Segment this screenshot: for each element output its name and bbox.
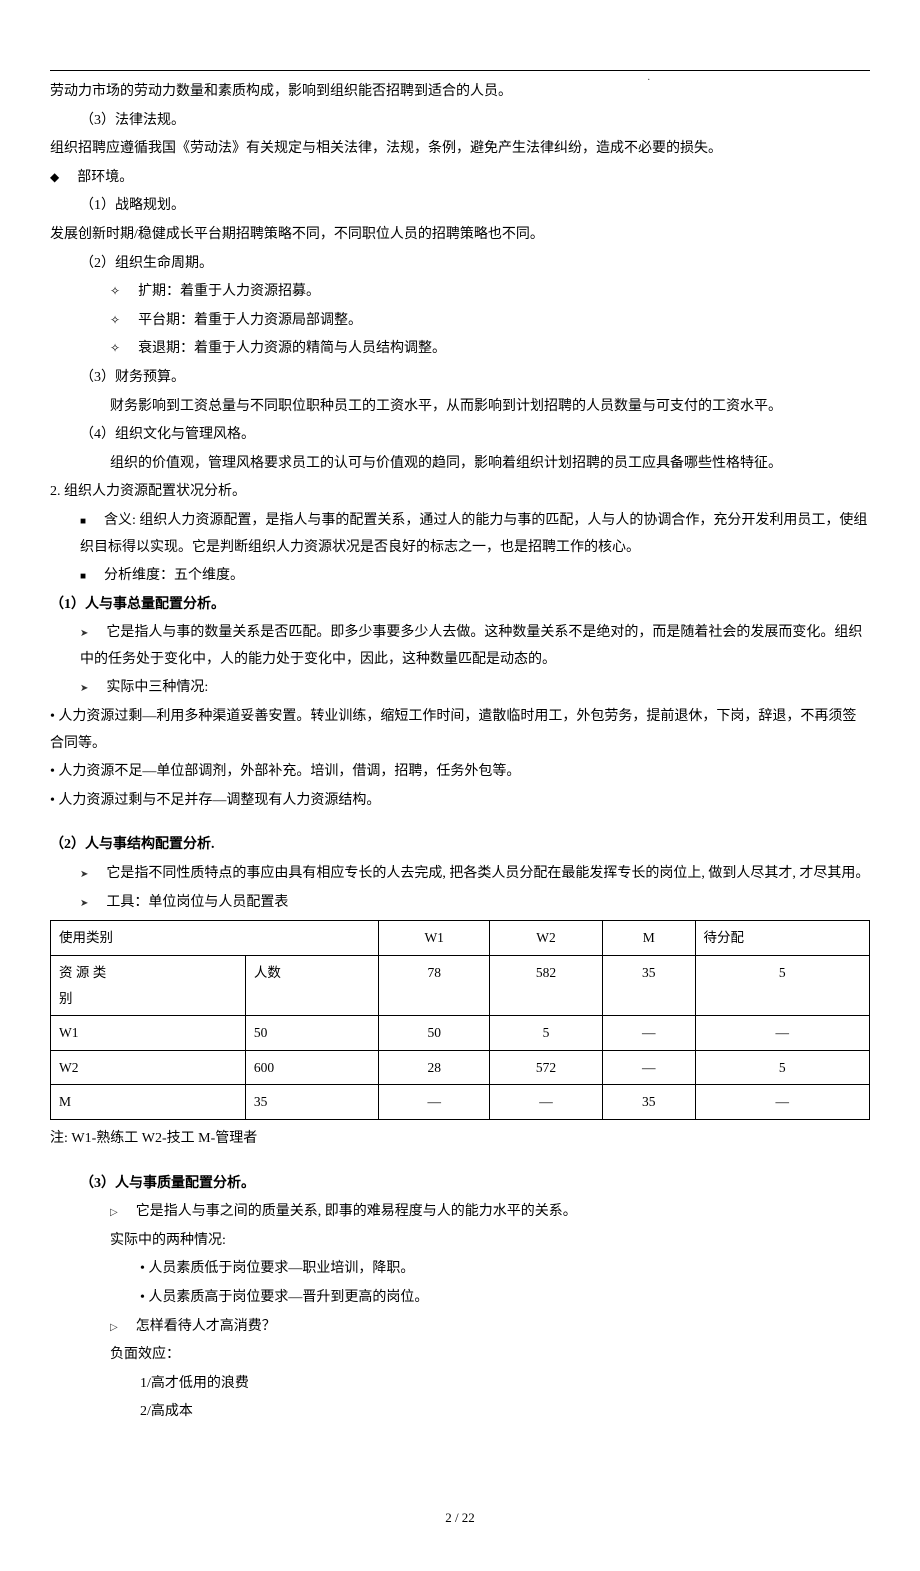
top-dot: .	[648, 68, 651, 87]
para-arrow: 它是指人与事的数量关系是否匹配。即多少事要多少人去做。这种数量关系不是绝对的，而…	[50, 620, 870, 673]
text: 工具：单位岗位与人员配置表	[106, 895, 288, 910]
cell: 50	[245, 1016, 378, 1051]
text: 实际中三种情况:	[106, 680, 208, 695]
para-sub: 衰退期：着重于人力资源的精简与人员结构调整。	[50, 336, 870, 363]
para: （1）战略规划。	[50, 193, 870, 220]
allocation-table: 使用类别 W1 W2 M 待分配 资 源 类别 人数 78 582 35 5 W…	[50, 920, 870, 1120]
table-row: M 35 — — 35 —	[51, 1085, 870, 1120]
para: • 人力资源过剩与不足并存—调整现有人力资源结构。	[50, 788, 870, 815]
para-square: 含义: 组织人力资源配置，是指人与事的配置关系，通过人的能力与事的匹配，人与人的…	[50, 508, 870, 561]
para: 组织招聘应遵循我国《劳动法》有关规定与相关法律，法规，条例，避免产生法律纠纷，造…	[50, 136, 870, 163]
cell: 35	[603, 1085, 696, 1120]
para: 财务影响到工资总量与不同职位职种员工的工资水平，从而影响到计划招聘的人员数量与可…	[50, 394, 870, 421]
text: 部环境。	[77, 170, 133, 185]
para-square: 分析维度：五个维度。	[50, 563, 870, 590]
cell: —	[379, 1085, 490, 1120]
th-use: 使用类别	[51, 921, 379, 956]
cell: W1	[51, 1016, 246, 1051]
para: • 人员素质低于岗位要求—职业培训，降职。	[50, 1256, 870, 1283]
cell: 78	[379, 955, 490, 1015]
cell: 资 源 类别	[51, 955, 246, 1015]
para: 劳动力市场的劳动力数量和素质构成，影响到组织能否招聘到适合的人员。	[50, 79, 870, 106]
cell: —	[695, 1016, 869, 1051]
para: （2）组织生命周期。	[50, 251, 870, 278]
th-w1: W1	[379, 921, 490, 956]
cell: 5	[695, 1050, 869, 1085]
cell: —	[695, 1085, 869, 1120]
text: 它是指人与事的数量关系是否匹配。即多少事要多少人去做。这种数量关系不是绝对的，而…	[80, 625, 862, 667]
para: （3）法律法规。	[50, 108, 870, 135]
text: 怎样看待人才高消费？	[136, 1319, 276, 1334]
text: 扩期：着重于人力资源招募。	[138, 284, 320, 299]
section-a: （1）人与事总量配置分析。 它是指人与事的数量关系是否匹配。即多少事要多少人去做…	[50, 592, 870, 815]
cell: 50	[379, 1016, 490, 1051]
para-bullet: 部环境。	[50, 165, 870, 192]
para-sub: 平台期：着重于人力资源局部调整。	[50, 308, 870, 335]
table-row: W1 50 50 5 — —	[51, 1016, 870, 1051]
text: 分析维度：五个维度。	[104, 568, 244, 583]
para: • 人力资源过剩—利用多种渠道妥善安置。转业训练，缩短工作时间，遣散临时用工，外…	[50, 704, 870, 757]
section-c: （3）人与事质量配置分析。 它是指人与事之间的质量关系, 即事的难易程度与人的能…	[50, 1171, 870, 1426]
table-row: W2 600 28 572 — 5	[51, 1050, 870, 1085]
cell: 5	[490, 1016, 603, 1051]
table-note: 注: W1-熟练工 W2-技工 M-管理者	[50, 1126, 870, 1153]
para: 组织的价值观，管理风格要求员工的认可与价值观的趋同，影响着组织计划招聘的员工应具…	[50, 451, 870, 478]
cell: M	[51, 1085, 246, 1120]
cell: 35	[245, 1085, 378, 1120]
table-header-row: 使用类别 W1 W2 M 待分配	[51, 921, 870, 956]
para: • 人力资源不足—单位部调剂，外部补充。培训，借调，招聘，任务外包等。	[50, 759, 870, 786]
text: 它是指人与事之间的质量关系, 即事的难易程度与人的能力水平的关系。	[136, 1204, 577, 1219]
para-sub: 扩期：着重于人力资源招募。	[50, 279, 870, 306]
th-pending: 待分配	[695, 921, 869, 956]
cell: —	[490, 1085, 603, 1120]
para: 1/高才低用的浪费	[50, 1371, 870, 1398]
cell: 600	[245, 1050, 378, 1085]
text: 衰退期：着重于人力资源的精简与人员结构调整。	[138, 341, 446, 356]
para: 2. 组织人力资源配置状况分析。	[50, 479, 870, 506]
text: 含义: 组织人力资源配置，是指人与事的配置关系，通过人的能力与事的匹配，人与人的…	[80, 513, 867, 555]
page-footer: 2 / 22	[50, 1506, 870, 1531]
body-section-2: 2. 组织人力资源配置状况分析。 含义: 组织人力资源配置，是指人与事的配置关系…	[50, 479, 870, 589]
para-arrow: 它是指人与事之间的质量关系, 即事的难易程度与人的能力水平的关系。	[50, 1199, 870, 1226]
heading-2: （2）人与事结构配置分析.	[50, 832, 870, 859]
para: • 人员素质高于岗位要求—晋升到更高的岗位。	[50, 1285, 870, 1312]
heading-1: （1）人与事总量配置分析。	[50, 592, 870, 619]
cell: —	[603, 1016, 696, 1051]
para: 实际中的两种情况:	[50, 1228, 870, 1255]
text: 平台期：着重于人力资源局部调整。	[138, 313, 362, 328]
para: （3）财务预算。	[50, 365, 870, 392]
cell: 35	[603, 955, 696, 1015]
text: 资 源 类	[59, 965, 106, 980]
text: 它是指不同性质特点的事应由具有相应专长的人去完成, 把各类人员分配在最能发挥专长…	[106, 866, 869, 881]
cell: —	[603, 1050, 696, 1085]
para-arrow: 工具：单位岗位与人员配置表	[50, 890, 870, 917]
cell: W2	[51, 1050, 246, 1085]
heading-3: （3）人与事质量配置分析。	[50, 1171, 870, 1198]
para: 负面效应：	[50, 1342, 870, 1369]
para: 2/高成本	[50, 1399, 870, 1426]
para-arrow: 怎样看待人才高消费？	[50, 1314, 870, 1341]
para-arrow: 实际中三种情况:	[50, 675, 870, 702]
cell: 582	[490, 955, 603, 1015]
th-w2: W2	[490, 921, 603, 956]
para: （4）组织文化与管理风格。	[50, 422, 870, 449]
top-horizontal-rule	[50, 70, 870, 71]
cell: 人数	[245, 955, 378, 1015]
cell: 5	[695, 955, 869, 1015]
para: 发展创新时期/稳健成长平台期招聘策略不同，不同职位人员的招聘策略也不同。	[50, 222, 870, 249]
body-section-1: 劳动力市场的劳动力数量和素质构成，影响到组织能否招聘到适合的人员。 （3）法律法…	[50, 79, 870, 477]
cell: 28	[379, 1050, 490, 1085]
th-m: M	[603, 921, 696, 956]
cell: 572	[490, 1050, 603, 1085]
para-arrow: 它是指不同性质特点的事应由具有相应专长的人去完成, 把各类人员分配在最能发挥专长…	[50, 861, 870, 888]
text: 别	[59, 991, 73, 1006]
section-b: （2）人与事结构配置分析. 它是指不同性质特点的事应由具有相应专长的人去完成, …	[50, 832, 870, 1152]
table-row: 资 源 类别 人数 78 582 35 5	[51, 955, 870, 1015]
